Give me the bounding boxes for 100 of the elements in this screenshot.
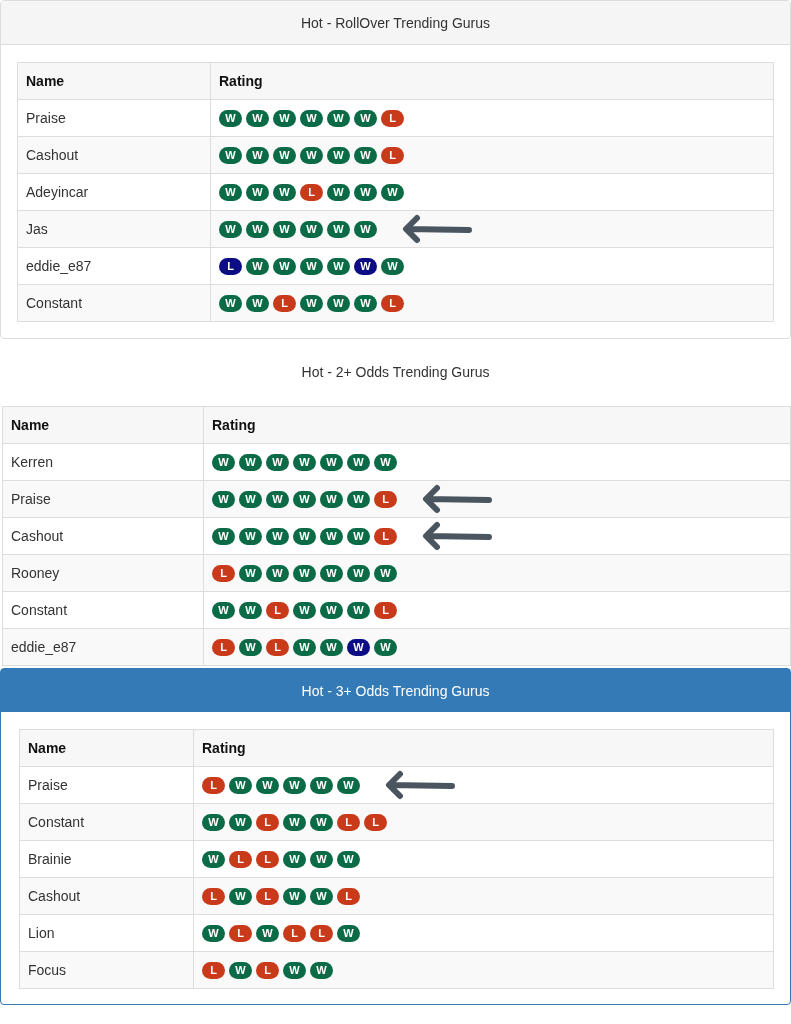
result-badge: L [229, 924, 252, 942]
result-badge: W [273, 109, 296, 127]
result-badge: W [219, 183, 242, 201]
result-badge: W [219, 220, 242, 238]
result-badge: L [273, 294, 296, 312]
result-badge: W [239, 490, 262, 508]
table-cell: Praise [19, 766, 194, 804]
result-badge: L [256, 850, 279, 868]
result-badge: W [327, 183, 350, 201]
result-badge: W [202, 850, 225, 868]
result-badge: L [374, 490, 397, 508]
result-badge: W [202, 924, 225, 942]
result-badge: W [337, 776, 360, 794]
result-badge: W [310, 961, 333, 979]
result-badge: L [300, 183, 323, 201]
result-badge: W [256, 776, 279, 794]
result-badge: W [354, 109, 377, 127]
result-badge: L [202, 776, 225, 794]
result-badge: W [266, 453, 289, 471]
table-cell: Cashout [2, 517, 204, 555]
result-badge: W [374, 564, 397, 582]
result-badge: W [283, 887, 306, 905]
result-badge: W [354, 294, 377, 312]
result-badge: W [239, 564, 262, 582]
result-badge: W [266, 490, 289, 508]
panel-title: Hot - 3+ Odds Trending Gurus [301, 682, 490, 699]
result-badge: W [300, 146, 323, 164]
column-header: Rating [210, 62, 774, 100]
column-header: Name [2, 406, 204, 444]
table-cell: Constant [19, 803, 194, 841]
result-badge: W [300, 109, 323, 127]
result-badge: W [273, 257, 296, 275]
result-badge: L [381, 109, 404, 127]
result-badge: L [381, 294, 404, 312]
result-badge: W [293, 638, 316, 656]
result-badge: L [337, 813, 360, 831]
result-badge: W [212, 490, 235, 508]
result-badge: W [293, 490, 316, 508]
result-badge: L [310, 924, 333, 942]
result-badge: W [300, 294, 323, 312]
result-badge: W [273, 146, 296, 164]
result-badge: W [354, 146, 377, 164]
result-badge: L [212, 564, 235, 582]
result-badge: W [320, 453, 343, 471]
result-badge: L [256, 813, 279, 831]
result-badge: W [347, 490, 370, 508]
result-badge: L [283, 924, 306, 942]
result-badge: W [293, 527, 316, 545]
result-badge: W [246, 257, 269, 275]
result-badge: W [202, 813, 225, 831]
result-badge: W [337, 850, 360, 868]
result-badge: W [229, 776, 252, 794]
result-badge: W [327, 257, 350, 275]
result-badge: W [212, 601, 235, 619]
result-badge: W [320, 638, 343, 656]
result-badge: W [374, 453, 397, 471]
column-header: Name [19, 729, 194, 767]
column-header: Rating [193, 729, 774, 767]
table-cell: eddie_e87 [17, 247, 211, 285]
result-badge: W [239, 527, 262, 545]
result-badge: W [283, 961, 306, 979]
table-cell: eddie_e87 [2, 628, 204, 666]
table-cell: Constant [2, 591, 204, 629]
result-badge: W [246, 109, 269, 127]
result-badge: L [266, 638, 289, 656]
result-badge: W [381, 257, 404, 275]
result-badge: L [337, 887, 360, 905]
result-badge: W [347, 564, 370, 582]
result-badge: W [300, 257, 323, 275]
result-badge: L [212, 638, 235, 656]
result-badge: W [229, 813, 252, 831]
result-badge: W [283, 813, 306, 831]
result-badge: W [293, 564, 316, 582]
result-badge: W [212, 527, 235, 545]
result-badge: W [354, 183, 377, 201]
result-badge: W [354, 220, 377, 238]
result-badge: W [310, 887, 333, 905]
table-cell: Rooney [2, 554, 204, 592]
table-cell: Lion [19, 914, 194, 952]
table-cell: Kerren [2, 443, 204, 481]
result-badge: W [239, 601, 262, 619]
result-badge: W [381, 183, 404, 201]
result-badge: W [320, 490, 343, 508]
result-badge: W [327, 146, 350, 164]
result-badge: W [347, 453, 370, 471]
result-badge: W [310, 850, 333, 868]
table-cell: Jas [17, 210, 211, 248]
table-cell: Praise [17, 99, 211, 137]
panel-title: Hot - 2+ Odds Trending Gurus [301, 364, 490, 380]
result-badge: W [320, 527, 343, 545]
result-badge: W [293, 453, 316, 471]
result-badge: W [273, 220, 296, 238]
result-badge: W [374, 638, 397, 656]
panel-title: Hot - RollOver Trending Gurus [300, 14, 491, 31]
result-badge: W [337, 924, 360, 942]
table-cell: Constant [17, 284, 211, 322]
result-badge: L [374, 601, 397, 619]
result-badge: W [327, 220, 350, 238]
result-badge: W [239, 453, 262, 471]
result-badge: W [239, 638, 262, 656]
